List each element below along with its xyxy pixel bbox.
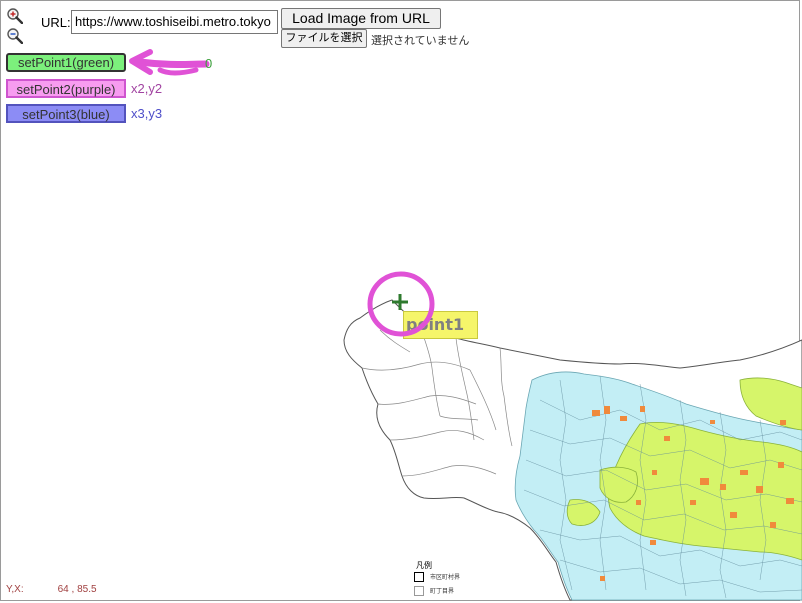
url-input[interactable]: https://www.toshiseibi.metro.tokyo — [71, 10, 278, 34]
set-point2-button[interactable]: setPoint2(purple) — [6, 79, 126, 98]
set-point3-button[interactable]: setPoint3(blue) — [6, 104, 126, 123]
coordinate-readout: Y,X: 64 , 85.5 — [6, 584, 97, 595]
coordinate-value: 64 , 85.5 — [57, 584, 97, 595]
load-image-button[interactable]: Load Image from URL — [281, 8, 441, 29]
legend-swatch — [414, 586, 424, 597]
point3-value: x3,y3 — [131, 106, 163, 121]
zoom-in-icon[interactable] — [7, 8, 23, 24]
legend-item-label: 町丁目界 — [430, 589, 455, 595]
legend-swatch — [414, 572, 424, 583]
url-label: URL: — [41, 15, 71, 30]
choose-file-button[interactable]: ファイルを選択 — [281, 29, 367, 48]
coordinate-label: Y,X: — [6, 584, 24, 595]
legend-item-label: 市区町村界 — [430, 575, 461, 581]
point1-label: point1 — [403, 311, 478, 339]
set-point1-button[interactable]: setPoint1(green) — [6, 53, 126, 72]
legend-title: 凡例 — [416, 561, 432, 570]
legend-item: 市区町村界 — [414, 572, 461, 583]
point2-value: x2,y2 — [131, 81, 163, 96]
point1-value: 0 — [205, 56, 213, 71]
zoom-out-icon[interactable] — [7, 28, 23, 44]
file-status-text: 選択されていません — [371, 35, 470, 47]
legend-item: 町丁目界 — [414, 586, 455, 597]
